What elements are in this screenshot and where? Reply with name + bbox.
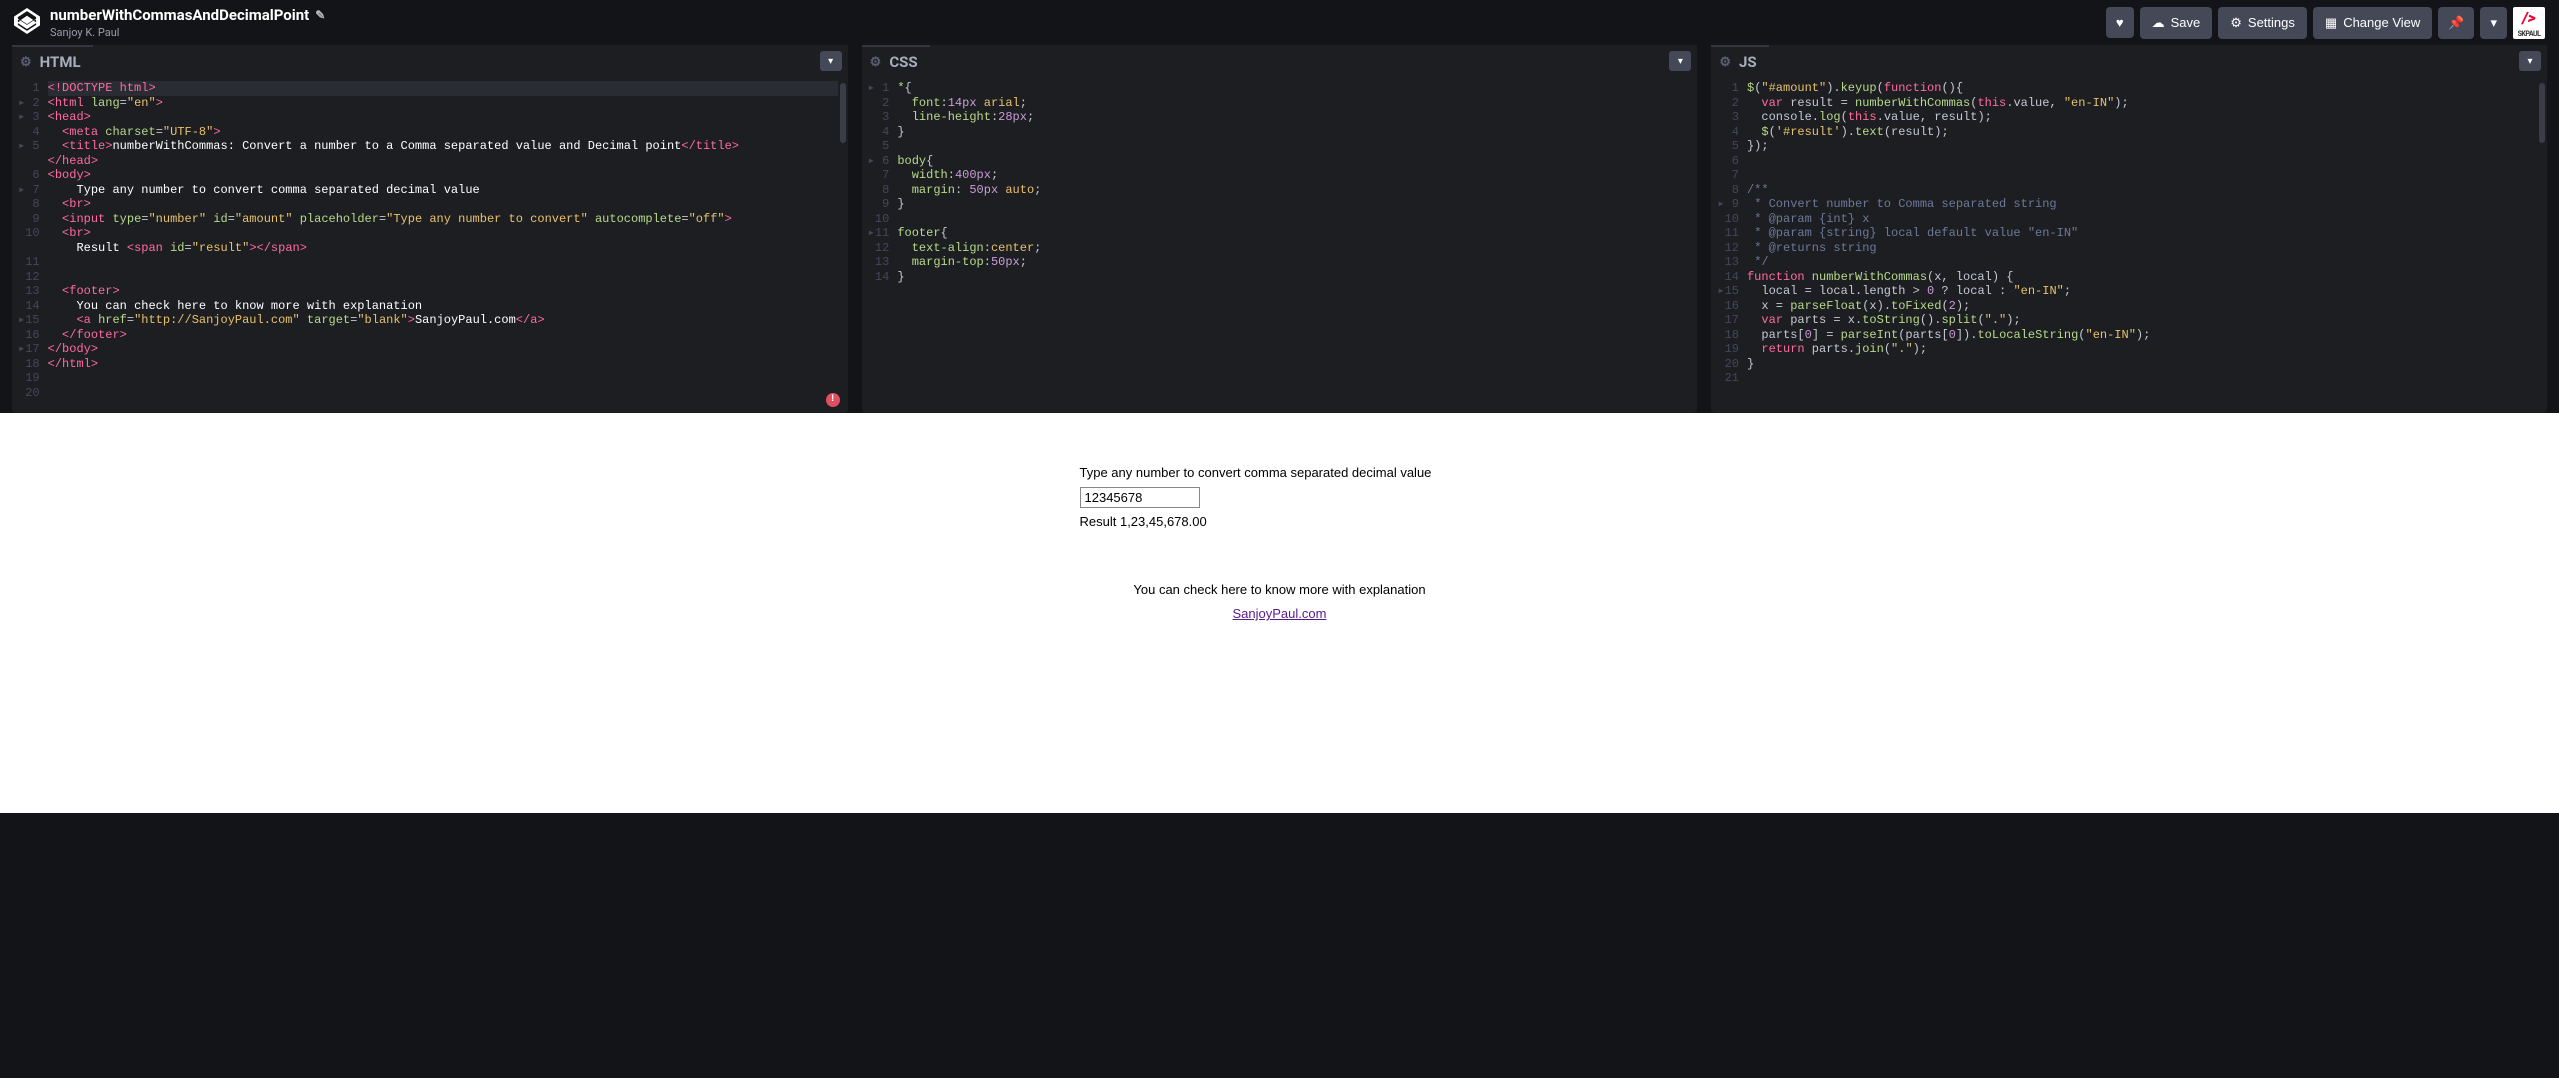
js-editor[interactable]: 1 2 3 4 5 6 7 8 ▸ 9 10 11 12 13 14 ▸15 1… [1711, 77, 2547, 413]
css-title-label: CSS [889, 53, 917, 71]
result-value: 1,23,45,678.00 [1120, 514, 1207, 529]
preview-body: Type any number to convert comma separat… [1080, 461, 1480, 626]
header-left: numberWithCommasAndDecimalPoint ✎ Sanjoy… [14, 6, 325, 39]
html-code[interactable]: <!DOCTYPE html> <html lang="en"> <head> … [48, 81, 848, 413]
css-editor[interactable]: ▸ 1 2 3 4 5 ▸ 6 7 8 9 10 ▸11 12 13 14 *{… [862, 77, 1698, 413]
save-button[interactable]: ☁ Save [2140, 7, 2213, 39]
js-expand-button[interactable]: ▾ [2519, 51, 2541, 71]
change-view-button[interactable]: ▦ Change View [2313, 7, 2432, 39]
js-title-label: JS [1739, 53, 1757, 71]
preview-pane: Type any number to convert comma separat… [0, 413, 2559, 813]
css-panel: ⚙ CSS ▾ ▸ 1 2 3 4 5 ▸ 6 7 8 9 10 ▸11 12 … [862, 45, 1698, 413]
amount-input[interactable] [1080, 487, 1200, 508]
footer-text: You can check here to know more with exp… [1133, 582, 1425, 597]
css-panel-title: ⚙ CSS [862, 45, 930, 77]
css-settings-icon[interactable]: ⚙ [870, 55, 882, 70]
cloud-icon: ☁ [2152, 15, 2165, 31]
chevron-down-button[interactable]: ▾ [2480, 7, 2507, 39]
html-title-label: HTML [40, 53, 81, 71]
scrollbar[interactable] [2539, 83, 2545, 143]
change-view-label: Change View [2343, 15, 2420, 30]
settings-label: Settings [2248, 15, 2295, 30]
editor-panels: ⚙ HTML ▾ 1 ▸ 2 ▸ 3 4 ▸ 5 6 ▸ 7 8 9 10 11… [0, 45, 2559, 413]
css-gutter: ▸ 1 2 3 4 5 ▸ 6 7 8 9 10 ▸11 12 13 14 [862, 81, 898, 413]
js-panel-title: ⚙ JS [1711, 45, 1768, 77]
footer-link[interactable]: SanjoyPaul.com [1233, 606, 1327, 621]
chevron-down-icon: ▾ [2528, 56, 2533, 67]
app-header: numberWithCommasAndDecimalPoint ✎ Sanjoy… [0, 0, 2559, 45]
heart-icon: ♥ [2116, 15, 2124, 30]
html-expand-button[interactable]: ▾ [820, 51, 842, 71]
html-panel-title: ⚙ HTML [12, 45, 93, 77]
settings-button[interactable]: ⚙ Settings [2218, 7, 2307, 39]
title-block: numberWithCommasAndDecimalPoint ✎ Sanjoy… [50, 6, 325, 39]
js-code[interactable]: $("#amount").keyup(function(){ var resul… [1747, 81, 2547, 413]
html-editor[interactable]: 1 ▸ 2 ▸ 3 4 ▸ 5 6 ▸ 7 8 9 10 11 12 13 14… [12, 77, 848, 413]
css-panel-header: ⚙ CSS ▾ [862, 45, 1698, 77]
author-name[interactable]: Sanjoy K. Paul [50, 26, 325, 39]
save-label: Save [2171, 15, 2201, 30]
gear-icon: ⚙ [2230, 15, 2242, 31]
preview-footer: You can check here to know more with exp… [1080, 578, 1480, 626]
js-gutter: 1 2 3 4 5 6 7 8 ▸ 9 10 11 12 13 14 ▸15 1… [1711, 81, 1747, 413]
pen-title[interactable]: numberWithCommasAndDecimalPoint [50, 6, 309, 24]
html-gutter: 1 ▸ 2 ▸ 3 4 ▸ 5 6 ▸ 7 8 9 10 11 12 13 14… [12, 81, 48, 413]
js-panel-header: ⚙ JS ▾ [1711, 45, 2547, 77]
css-code[interactable]: *{ font:14px arial; line-height:28px; } … [897, 81, 1697, 413]
layout-icon: ▦ [2325, 15, 2337, 31]
edit-title-icon[interactable]: ✎ [315, 8, 325, 22]
avatar-label: SKPAUL [2518, 30, 2541, 38]
chevron-down-icon: ▾ [2490, 15, 2497, 31]
scrollbar[interactable] [840, 83, 846, 143]
preview-prompt: Type any number to convert comma separat… [1080, 465, 1432, 480]
error-badge-icon[interactable]: ! [826, 393, 840, 407]
result-label: Result [1080, 514, 1120, 529]
js-panel: ⚙ JS ▾ 1 2 3 4 5 6 7 8 ▸ 9 10 11 12 13 1… [1711, 45, 2547, 413]
codepen-logo-icon[interactable] [14, 8, 40, 38]
css-expand-button[interactable]: ▾ [1669, 51, 1691, 71]
html-panel: ⚙ HTML ▾ 1 ▸ 2 ▸ 3 4 ▸ 5 6 ▸ 7 8 9 10 11… [12, 45, 848, 413]
pin-icon: 📌 [2448, 15, 2464, 31]
heart-button[interactable]: ♥ [2106, 7, 2134, 38]
header-right: ♥ ☁ Save ⚙ Settings ▦ Change View 📌 ▾ SKPAU… [2106, 7, 2545, 39]
chevron-down-icon: ▾ [1678, 56, 1683, 67]
html-panel-header: ⚙ HTML ▾ [12, 45, 848, 77]
js-settings-icon[interactable]: ⚙ [1719, 55, 1731, 70]
pin-button[interactable]: 📌 [2438, 7, 2474, 39]
chevron-down-icon: ▾ [828, 56, 833, 67]
user-avatar[interactable]: SKPAUL [2513, 7, 2545, 39]
html-settings-icon[interactable]: ⚙ [20, 55, 32, 70]
